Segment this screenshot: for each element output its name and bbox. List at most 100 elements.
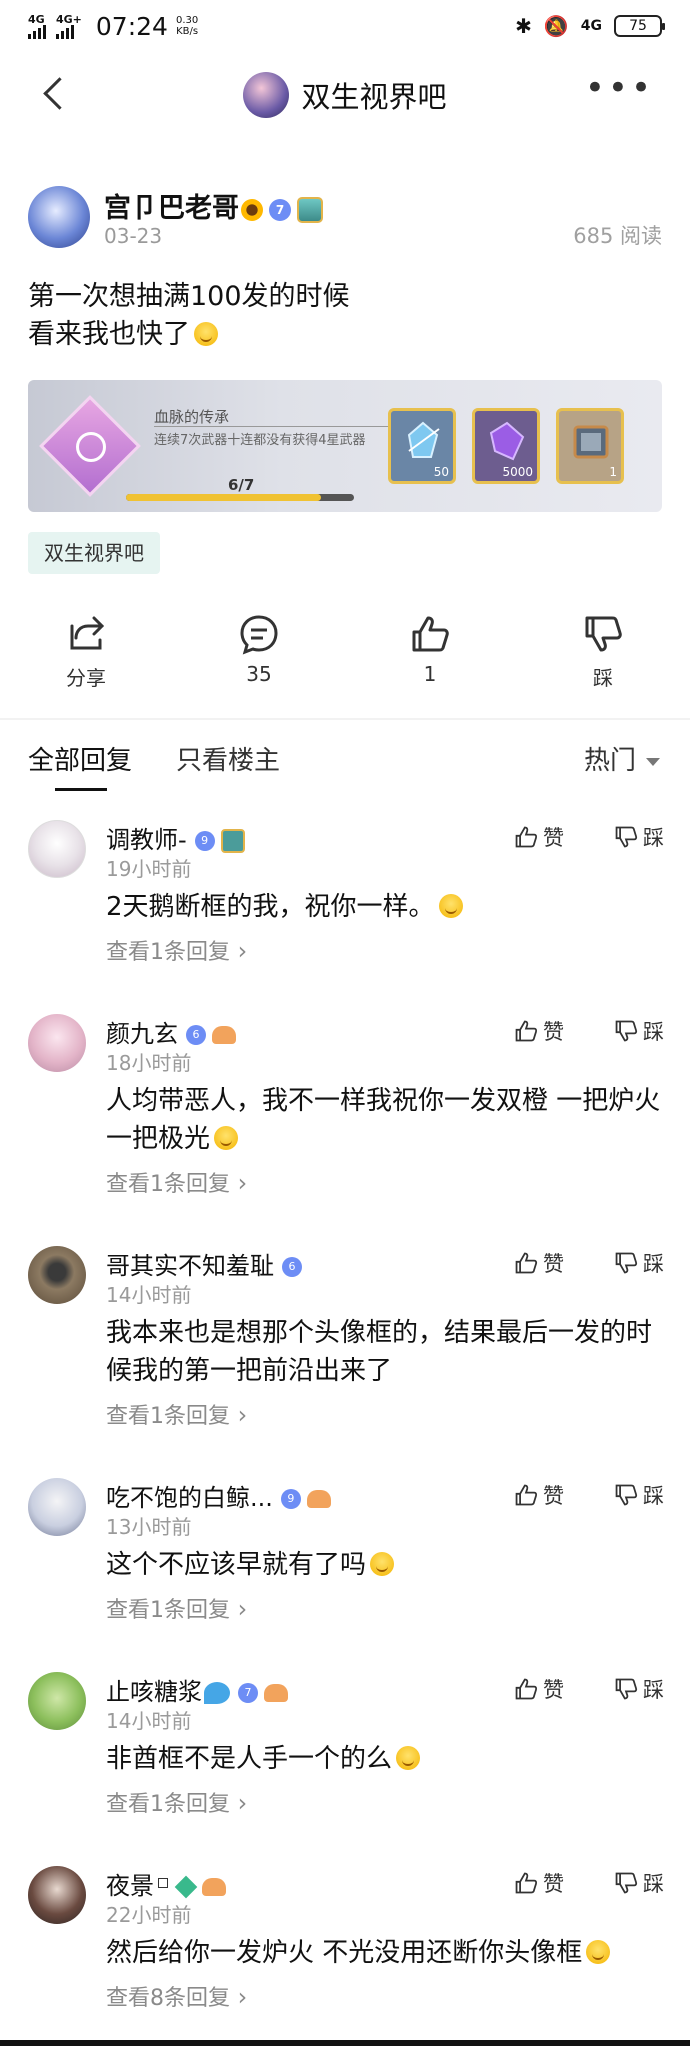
fan-badge-icon	[306, 1490, 331, 1508]
network-speed-unit: KB/s	[176, 26, 199, 37]
commenter-name-row: 止咳糖浆 7	[106, 1672, 288, 1707]
forum-tag[interactable]: 双生视界吧	[28, 532, 160, 574]
forum-avatar[interactable]	[243, 72, 290, 118]
sort-dropdown[interactable]: 热门	[584, 740, 660, 777]
smile-emoji-icon	[396, 1746, 421, 1770]
avatar[interactable]	[28, 1866, 86, 1924]
mute-bell-icon: 🔕	[543, 14, 569, 38]
reward-item-1: 50	[388, 408, 456, 484]
post-action-bar: 分享 35 1 踩	[0, 612, 690, 698]
comment-dislike-button[interactable]: 踩	[613, 1016, 664, 1046]
comment-count: 35	[246, 662, 272, 686]
comment-text-row: 2天鹅断框的我，祝你一样。	[106, 888, 666, 926]
dislike-label: 踩	[643, 826, 664, 850]
comment-like-button[interactable]: 赞	[513, 1248, 564, 1278]
home-indicator	[0, 2040, 690, 2046]
comment-text: 我本来也是想那个头像框的，结果最后一发的时候我的第一把前沿出来了	[106, 1318, 653, 1386]
dislike-label: 踩	[643, 1252, 664, 1276]
level-badge: 9	[280, 1489, 301, 1509]
commenter-name[interactable]: 调教师-	[106, 826, 187, 854]
post-date: 03-23	[104, 224, 163, 248]
thumbs-down-icon	[615, 1872, 638, 1894]
bluetooth-icon: ✱	[515, 14, 532, 38]
forum-title[interactable]: 双生视界吧	[301, 74, 446, 116]
smile-emoji-icon	[586, 1940, 611, 1964]
comment-time: 13小时前	[106, 1515, 192, 1539]
author-avatar[interactable]	[28, 186, 90, 248]
author-name[interactable]: 宫卩巴老哥	[104, 193, 239, 224]
dislike-label: 踩	[593, 666, 613, 690]
achievement-divider	[154, 426, 404, 427]
commenter-name-row: 颜九玄 6	[106, 1014, 236, 1049]
progress-fill	[126, 494, 322, 501]
reply-tabs: 全部回复 只看楼主 热门	[0, 730, 690, 791]
comment-like-button[interactable]: 赞	[513, 1480, 564, 1510]
comment-text-row: 非酋框不是人手一个的么	[106, 1740, 666, 1778]
view-replies-link[interactable]: 查看8条回复	[106, 1980, 247, 2012]
back-icon[interactable]	[36, 74, 76, 114]
dislike-label: 踩	[643, 1484, 664, 1508]
comment-button[interactable]: 35	[204, 612, 314, 686]
comment-dislike-button[interactable]: 踩	[613, 1480, 664, 1510]
level-badge: 7	[269, 198, 291, 221]
nav-bar: 双生视界吧 •••	[0, 60, 690, 130]
like-label: 赞	[543, 1484, 564, 1508]
comment-dislike-button[interactable]: 踩	[613, 822, 664, 852]
avatar[interactable]	[28, 1014, 86, 1072]
thumbs-down-icon	[615, 1020, 638, 1042]
commenter-name[interactable]: 吃不饱的白鲸...	[106, 1484, 273, 1512]
network-type: 4G	[28, 12, 45, 26]
battery-icon: 75	[614, 15, 665, 37]
comment-like-button[interactable]: 赞	[513, 1868, 564, 1898]
share-button[interactable]: 分享	[31, 612, 141, 691]
post-body: 第一次想抽满100发的时候 看来我也快了	[28, 278, 662, 354]
comment-time: 18小时前	[106, 1051, 192, 1075]
green-gem-badge-icon	[174, 1875, 198, 1899]
achievement-progress-bar	[126, 494, 354, 501]
network-speed-value: 0.30	[175, 15, 199, 26]
achievement-card[interactable]: 血脉的传承 连续7次武器十连都没有获得4星武器 6/7 50 5000 1	[28, 380, 662, 512]
thumbs-up-icon	[412, 616, 449, 652]
achievement-progress-text: 6/7	[228, 476, 255, 494]
comment-like-button[interactable]: 赞	[513, 1016, 564, 1046]
tab-op-only[interactable]: 只看楼主	[176, 740, 280, 777]
view-replies-link[interactable]: 查看1条回复	[106, 1398, 247, 1430]
water-drops-icon	[204, 1682, 230, 1704]
comment-dislike-button[interactable]: 踩	[613, 1674, 664, 1704]
commenter-name[interactable]: 哥其实不知羞耻	[106, 1252, 274, 1280]
avatar[interactable]	[28, 1672, 86, 1730]
like-label: 赞	[543, 1872, 564, 1896]
comment-dislike-button[interactable]: 踩	[613, 1248, 664, 1278]
thumbs-up-icon	[515, 1484, 538, 1506]
view-replies-link[interactable]: 查看1条回复	[106, 1592, 247, 1624]
comment-like-button[interactable]: 赞	[513, 822, 564, 852]
like-button[interactable]: 1	[375, 612, 485, 686]
comment-like-button[interactable]: 赞	[513, 1674, 564, 1704]
more-icon[interactable]: •••	[585, 71, 654, 105]
square-symbol-icon	[158, 1878, 168, 1888]
fan-badge-icon	[264, 1684, 288, 1702]
view-replies-link[interactable]: 查看1条回复	[106, 934, 247, 966]
commenter-name[interactable]: 止咳糖浆	[106, 1678, 202, 1706]
commenter-name[interactable]: 夜景	[106, 1872, 154, 1900]
crying-emoji-icon	[194, 322, 218, 346]
avatar[interactable]	[28, 820, 86, 878]
comment-dislike-button[interactable]: 踩	[613, 1868, 664, 1898]
smile-emoji-icon	[214, 1126, 239, 1150]
achievement-description: 连续7次武器十连都没有获得4星武器	[154, 433, 366, 448]
comment-text: 这个不应该早就有了吗	[106, 1550, 367, 1580]
view-replies-link[interactable]: 查看1条回复	[106, 1166, 247, 1198]
post-line-1: 第一次想抽满100发的时候	[28, 281, 350, 312]
avatar[interactable]	[28, 1246, 86, 1304]
avatar-frame-icon	[573, 425, 609, 459]
avatar[interactable]	[28, 1478, 86, 1536]
signal-icon: 4G	[28, 14, 46, 39]
title-badge-icon	[220, 829, 245, 853]
fan-badge-icon	[202, 1878, 226, 1896]
dislike-button[interactable]: 踩	[548, 612, 658, 691]
view-replies-link[interactable]: 查看1条回复	[106, 1786, 247, 1818]
commenter-name[interactable]: 颜九玄	[106, 1020, 178, 1048]
tab-all-replies[interactable]: 全部回复	[28, 740, 132, 777]
dislike-label: 踩	[643, 1678, 664, 1702]
fan-badge-icon	[212, 1026, 236, 1044]
